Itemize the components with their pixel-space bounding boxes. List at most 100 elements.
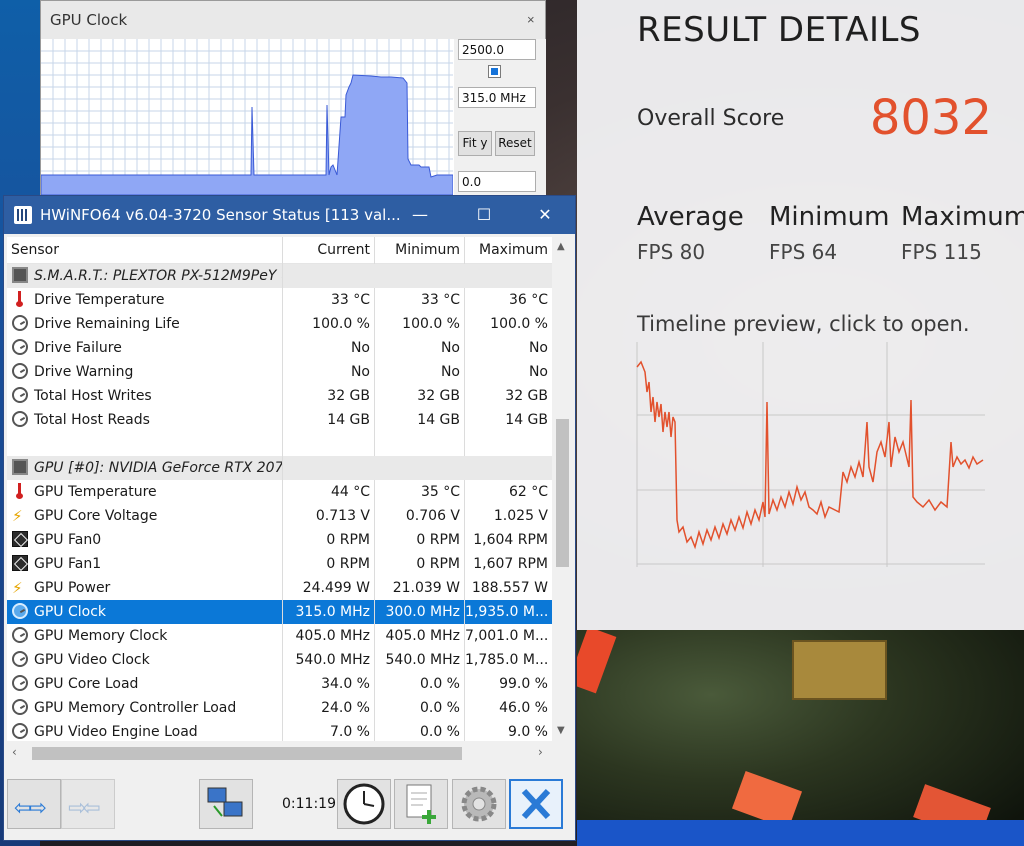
stat-average: Average FPS 80 [637, 202, 777, 264]
sensor-name: Drive Failure [34, 340, 122, 356]
sensor-current-value: 7.0 % [283, 720, 375, 741]
log-file-button[interactable] [394, 779, 448, 829]
stat-maximum-label: Maximum [901, 202, 1024, 232]
gauge-icon [12, 363, 28, 379]
horizontal-scroll-thumb[interactable] [32, 747, 462, 760]
sensor-row[interactable]: GPU Fan0 0 RPM 0 RPM 1,604 RPM [7, 528, 552, 552]
sensor-name-cell: GPU Power [7, 576, 283, 600]
column-header-sensor[interactable]: Sensor [7, 237, 283, 264]
clock-button[interactable] [337, 779, 391, 829]
sensor-name: Drive Temperature [34, 292, 165, 308]
result-title: RESULT DETAILS [637, 10, 922, 50]
hwinfo-app-icon [14, 206, 32, 224]
stat-maximum: Maximum FPS 115 [901, 202, 1024, 264]
timeline-preview[interactable] [633, 342, 989, 570]
settings-button[interactable] [452, 779, 506, 829]
sensor-row[interactable]: Drive Remaining Life 100.0 % 100.0 % 100.0 … [7, 312, 552, 336]
column-header-maximum[interactable]: Maximum [465, 237, 552, 264]
column-header-current[interactable]: Current [283, 237, 375, 264]
graph-max-input[interactable]: 2500.0 [458, 39, 536, 60]
scroll-left-icon[interactable]: ‹ [12, 745, 17, 759]
gpu-clock-graph [41, 39, 453, 195]
gpu-clock-titlebar[interactable]: GPU Clock × [41, 1, 545, 39]
scroll-right-icon[interactable]: › [538, 745, 543, 759]
scroll-up-icon[interactable]: ▲ [557, 241, 565, 252]
merge-arrows-icon: ⇨⇦ [68, 796, 101, 821]
crate-image [792, 640, 887, 700]
horizontal-scrollbar[interactable]: ‹ › [7, 744, 552, 763]
sensor-name: GPU Memory Clock [34, 628, 168, 644]
gauge-icon [12, 699, 28, 715]
session-timer: 0:11:19 [282, 796, 336, 812]
sensor-row[interactable]: GPU Memory Controller Load 24.0 % 0.0 % 46.… [7, 696, 552, 720]
sensor-row[interactable]: GPU Power 24.499 W21.039 W 188.557 W [7, 576, 552, 600]
gauge-icon [12, 387, 28, 403]
stat-minimum-value: FPS 64 [769, 240, 838, 264]
sensor-row[interactable]: GPU Fan1 0 RPM 0 RPM 1,607 RPM [7, 552, 552, 576]
sensor-current-value: 34.0 % [283, 672, 375, 696]
sensor-row[interactable]: Drive Temperature 33 °C 33 °C 36 °C [7, 288, 552, 312]
sensor-row[interactable]: GPU Temperature 44 °C 35 °C 62 °C [7, 480, 552, 504]
sensor-name-cell: Drive Failure [7, 336, 283, 360]
sensor-name: GPU Core Voltage [34, 508, 158, 524]
sensor-minimum-value: 300.0 MHz [375, 600, 465, 624]
sensor-current-value: 315.0 MHz [283, 600, 375, 624]
hwinfo-title: HWiNFO64 v6.04-3720 Sensor Status [113 v… [40, 206, 401, 224]
sensor-current-value: 0 RPM [283, 552, 375, 576]
network-button[interactable] [199, 779, 253, 829]
sensor-minimum-value: 32 GB [375, 384, 465, 408]
minimize-icon[interactable]: — [397, 200, 443, 230]
collapse-button[interactable]: ⇨⇦ [61, 779, 115, 829]
sensor-row[interactable]: GPU Clock 315.0 MHz 300.0 MHz 1,935.0 M... [7, 600, 552, 624]
sensor-row[interactable]: GPU Core Voltage 0.713 V0.706 V 1.025 V [7, 504, 552, 528]
gauge-icon [12, 315, 28, 331]
sensor-name-cell: Drive Warning [7, 360, 283, 384]
gauge-icon [12, 651, 28, 667]
sensor-group-row[interactable]: S.M.A.R.T.: PLEXTOR PX-512M9PeY (... [7, 264, 552, 288]
sensor-maximum-value: 32 GB [505, 388, 548, 404]
sensor-row[interactable]: Drive Failure No No No [7, 336, 552, 360]
vertical-scrollbar[interactable]: ▲ ▼ [553, 237, 572, 741]
sensor-row[interactable]: GPU Video Engine Load 7.0 % 0.0 % 9.0 % [7, 720, 552, 741]
hwinfo-titlebar[interactable]: HWiNFO64 v6.04-3720 Sensor Status [113 v… [4, 196, 575, 234]
thermometer-icon [12, 291, 28, 307]
close-sensors-button[interactable] [509, 779, 563, 829]
close-icon[interactable]: × [527, 12, 535, 27]
vertical-scroll-thumb[interactable] [556, 419, 569, 567]
fit-y-button[interactable]: Fit y [458, 131, 492, 156]
sensor-name-cell: GPU [#0]: NVIDIA GeForce RTX 2070: [7, 456, 283, 480]
sensor-name: GPU Fan1 [34, 556, 102, 572]
sensor-minimum-value: 14 GB [375, 408, 465, 432]
sensor-name: Drive Remaining Life [34, 316, 180, 332]
scroll-down-icon[interactable]: ▼ [557, 725, 565, 736]
sensor-row[interactable]: GPU Memory Clock 405.0 MHz 405.0 MHz 7,001.… [7, 624, 552, 648]
sensor-current-value: 405.0 MHz [283, 624, 375, 648]
sensor-minimum-value: 405.0 MHz [375, 624, 465, 648]
sensor-maximum-value: 1,785.0 M... [465, 652, 549, 668]
sensor-current-value: 14 GB [283, 408, 375, 432]
sensor-group-row[interactable]: GPU [#0]: NVIDIA GeForce RTX 2070: [7, 456, 552, 480]
sensor-row[interactable]: GPU Core Load 34.0 % 0.0 % 99.0 % [7, 672, 552, 696]
close-icon[interactable]: ✕ [522, 200, 568, 230]
sensor-row[interactable]: GPU Video Clock 540.0 MHz 540.0 MHz 1,785.0… [7, 648, 552, 672]
sensor-row[interactable]: Total Host Writes 32 GB 32 GB 32 GB [7, 384, 552, 408]
graph-min-input[interactable]: 0.0 [458, 171, 536, 192]
sensor-row[interactable]: Drive Warning No No No [7, 360, 552, 384]
sensor-name: GPU Memory Controller Load [34, 700, 237, 716]
gpu-clock-controls: 2500.0 315.0 MHz Fit y Reset 0.0 [454, 39, 546, 195]
graph-color-swatch[interactable] [488, 65, 501, 78]
sensor-maximum-value: No [528, 340, 548, 356]
swap-arrows-icon: ⇦⇨ [14, 796, 47, 821]
sensor-minimum-value: 0 RPM [375, 552, 465, 576]
sensor-name: GPU Fan0 [34, 532, 102, 548]
graph-current-value: 315.0 MHz [458, 87, 536, 108]
sensor-name: GPU Power [34, 580, 111, 596]
gpu-clock-title: GPU Clock [50, 11, 128, 29]
sensor-current-value: 44 °C [283, 480, 375, 504]
column-header-minimum[interactable]: Minimum [375, 237, 465, 264]
sensor-table: Sensor Current Minimum Maximum S.M.A.R.T… [7, 237, 552, 741]
expand-collapse-button[interactable]: ⇦⇨ [7, 779, 61, 829]
maximize-icon[interactable]: ☐ [461, 200, 507, 230]
sensor-row[interactable]: Total Host Reads 14 GB 14 GB 14 GB [7, 408, 552, 432]
reset-button[interactable]: Reset [495, 131, 535, 156]
